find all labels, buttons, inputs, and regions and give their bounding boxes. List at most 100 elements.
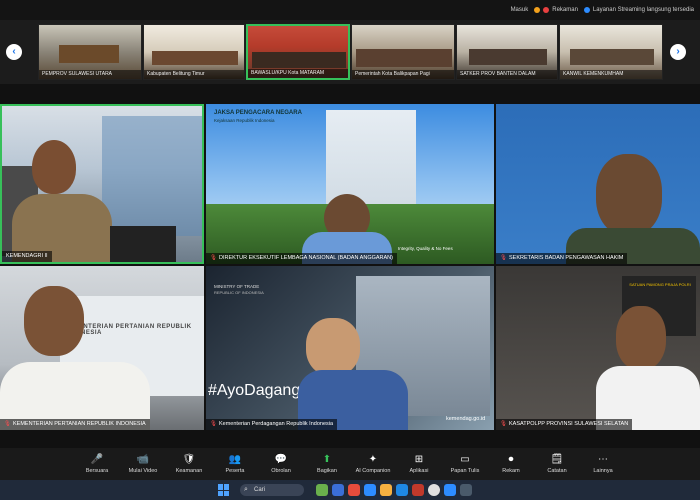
zoom-meeting-window: Masuk Rekaman Layanan Streaming langsung… bbox=[0, 0, 700, 500]
shield-icon: 🛡 bbox=[182, 454, 196, 465]
muted-mic-icon: 🎙 bbox=[500, 255, 507, 261]
participants-label: Peserta bbox=[225, 468, 245, 474]
participant-name: 🎙 SEKRETARIS BADAN PENGAWASAN HAKIM bbox=[496, 253, 628, 264]
share-label: Bagikan bbox=[317, 468, 337, 474]
ai-label: AI Companion bbox=[355, 468, 391, 474]
windows-start-icon[interactable] bbox=[218, 484, 230, 496]
video-tile[interactable]: 🎙 SEKRETARIS BADAN PENGAWASAN HAKIM bbox=[496, 104, 700, 264]
notes-label: Catatan bbox=[547, 468, 567, 474]
whiteboard-label: Papan Tulis bbox=[450, 468, 480, 474]
meeting-toolbar: 🎤 Bersuara 📹 Mulai Video 🛡 Keamanan 👥 Pe… bbox=[0, 448, 700, 480]
taskbar-app-icon[interactable] bbox=[460, 484, 472, 496]
taskbar-app-icon[interactable] bbox=[348, 484, 360, 496]
participants-icon: 👥 bbox=[228, 454, 242, 465]
recording-dot-icon bbox=[534, 7, 541, 13]
participant-thumbnail[interactable]: Pemerintah Kota Balikpapan Pagi bbox=[351, 24, 455, 80]
taskbar-app-icon[interactable] bbox=[396, 484, 408, 496]
apps-label: Aplikasi bbox=[409, 468, 429, 474]
participant-thumbnail[interactable]: PEMPROV SULAWESI UTARA bbox=[38, 24, 142, 80]
thumbnail-label: Kabupaten Belitung Timur bbox=[144, 70, 244, 79]
live-dot-icon bbox=[543, 7, 550, 13]
chat-icon: 💬 bbox=[274, 454, 288, 465]
notes-button[interactable]: 🗒 Catatan bbox=[536, 454, 578, 474]
recording-indicator[interactable]: Rekaman bbox=[534, 7, 578, 13]
ai-companion-button[interactable]: ✦ AI Companion bbox=[352, 454, 394, 474]
video-tile[interactable]: MINISTRY OF TRADE REPUBLIC OF INDONESIA … bbox=[206, 266, 494, 430]
taskbar-app-icon[interactable] bbox=[412, 484, 424, 496]
whiteboard-button[interactable]: ▭ Papan Tulis bbox=[444, 454, 486, 474]
meeting-label: Layanan Streaming langsung tersedia bbox=[592, 7, 694, 13]
thumbnail-label: SATKER PROV BANTEN DALAM bbox=[457, 70, 557, 79]
recording-label: Rekaman bbox=[552, 7, 578, 13]
shield-icon bbox=[583, 7, 590, 13]
taskbar-app-icon[interactable] bbox=[380, 484, 392, 496]
participants-button[interactable]: 👥 Peserta bbox=[214, 454, 256, 474]
taskbar-app-icon[interactable] bbox=[332, 484, 344, 496]
audio-label: Bersuara bbox=[85, 468, 109, 474]
participant-thumbnail-active[interactable]: BAWASLU/KPU Kota MATARAM bbox=[246, 24, 350, 80]
meeting-info[interactable]: Layanan Streaming langsung tersedia bbox=[583, 7, 694, 13]
host-label: Masuk bbox=[510, 7, 529, 13]
record-icon: ⏺ bbox=[508, 454, 514, 465]
search-placeholder: Cari bbox=[254, 487, 266, 493]
more-icon: ⋯ bbox=[598, 454, 608, 465]
taskbar-app-icon[interactable] bbox=[364, 484, 376, 496]
video-tile[interactable]: SATUAN PAMONG PRAJA POLRI 🎙 KASATPOLPP PR… bbox=[496, 266, 700, 430]
muted-mic-icon: 🎙 bbox=[4, 421, 11, 427]
video-tile[interactable]: KEMENDAGRI II bbox=[0, 104, 204, 264]
more-button[interactable]: ⋯ Lainnya bbox=[582, 454, 624, 474]
participant-name: 🎙 KASATPOLPP PROVINSI SULAWESI SELATAN bbox=[496, 419, 633, 430]
muted-mic-icon: 🎙 bbox=[210, 255, 217, 261]
video-button[interactable]: 📹 Mulai Video bbox=[122, 454, 164, 474]
participant-face bbox=[306, 318, 360, 376]
ai-icon: ✦ bbox=[368, 454, 378, 465]
participant-thumbnail[interactable]: SATKER PROV BANTEN DALAM bbox=[456, 24, 558, 80]
thumbnail-label: PEMPROV SULAWESI UTARA bbox=[39, 70, 141, 79]
share-button[interactable]: ⬆ Bagikan bbox=[306, 454, 348, 474]
scroll-left-button[interactable]: ‹ bbox=[6, 44, 22, 60]
muted-mic-icon: 🎙 bbox=[210, 421, 217, 427]
whiteboard-icon: ▭ bbox=[460, 454, 470, 465]
background-map bbox=[102, 116, 202, 236]
thumbnail-label: BAWASLU/KPU Kota MATARAM bbox=[248, 69, 348, 78]
record-label: Rekam bbox=[502, 468, 520, 474]
ministry-sublabel: REPUBLIC OF INDONESIA bbox=[214, 290, 264, 295]
scroll-right-button[interactable]: › bbox=[670, 44, 686, 60]
notes-icon: 🗒 bbox=[550, 454, 564, 465]
taskbar-search[interactable]: ⌕ Cari bbox=[240, 484, 304, 496]
video-tile[interactable]: KEMENTERIAN PERTANIAN REPUBLIK INDONESIA… bbox=[0, 266, 204, 430]
banner-footer: Integrity, Quality & No Fees bbox=[398, 246, 453, 251]
banner-title: JAKSA PENGACARA NEGARA bbox=[214, 110, 302, 116]
patch-text: SATUAN PAMONG PRAJA POLRI bbox=[629, 282, 691, 287]
website-text: kemendag.go.id bbox=[446, 416, 486, 422]
video-icon: 📹 bbox=[136, 454, 150, 465]
participant-face bbox=[616, 306, 666, 370]
participant-thumbnail[interactable]: Kabupaten Belitung Timur bbox=[143, 24, 245, 80]
participant-name: 🎙 KEMENTERIAN PERTANIAN REPUBLIK INDONESI… bbox=[0, 419, 150, 430]
windows-taskbar: ⌕ Cari bbox=[0, 480, 700, 500]
participant-face bbox=[596, 154, 662, 236]
thumbnail-label: Pemerintah Kota Balikpapan Pagi bbox=[352, 70, 454, 79]
participant-thumbnail-strip: ‹ PEMPROV SULAWESI UTARA Kabupaten Belit… bbox=[0, 20, 700, 84]
taskbar-app-icon[interactable] bbox=[316, 484, 328, 496]
video-label: Mulai Video bbox=[128, 468, 158, 474]
participant-name: 🎙 Kementerian Perdagangan Republik Indone… bbox=[206, 419, 338, 430]
participant-face bbox=[24, 286, 84, 356]
zoom-icon[interactable] bbox=[444, 484, 456, 496]
participant-face bbox=[32, 140, 76, 194]
security-label: Keamanan bbox=[175, 468, 203, 474]
host-indicator[interactable]: Masuk bbox=[511, 7, 529, 13]
record-button[interactable]: ⏺ Rekam bbox=[490, 454, 532, 474]
share-icon: ⬆ bbox=[322, 454, 332, 465]
participant-name: 🎙 DIREKTUR EKSEKUTIF LEMBAGA NASIONAL (BA… bbox=[206, 253, 397, 264]
search-icon: ⌕ bbox=[244, 486, 248, 493]
audio-button[interactable]: 🎤 Bersuara bbox=[76, 454, 118, 474]
banner-subtitle: Kejaksaan Republik Indonesia bbox=[214, 118, 275, 123]
chrome-icon[interactable] bbox=[428, 484, 440, 496]
ministry-label: MINISTRY OF TRADE bbox=[214, 284, 260, 289]
security-button[interactable]: 🛡 Keamanan bbox=[168, 454, 210, 474]
chat-button[interactable]: 💬 Obrolan bbox=[260, 454, 302, 474]
video-tile[interactable]: JAKSA PENGACARA NEGARA Kejaksaan Republi… bbox=[206, 104, 494, 264]
apps-button[interactable]: ⊞ Aplikasi bbox=[398, 454, 440, 474]
participant-thumbnail[interactable]: KANWIL KEMENKUMHAM bbox=[559, 24, 663, 80]
